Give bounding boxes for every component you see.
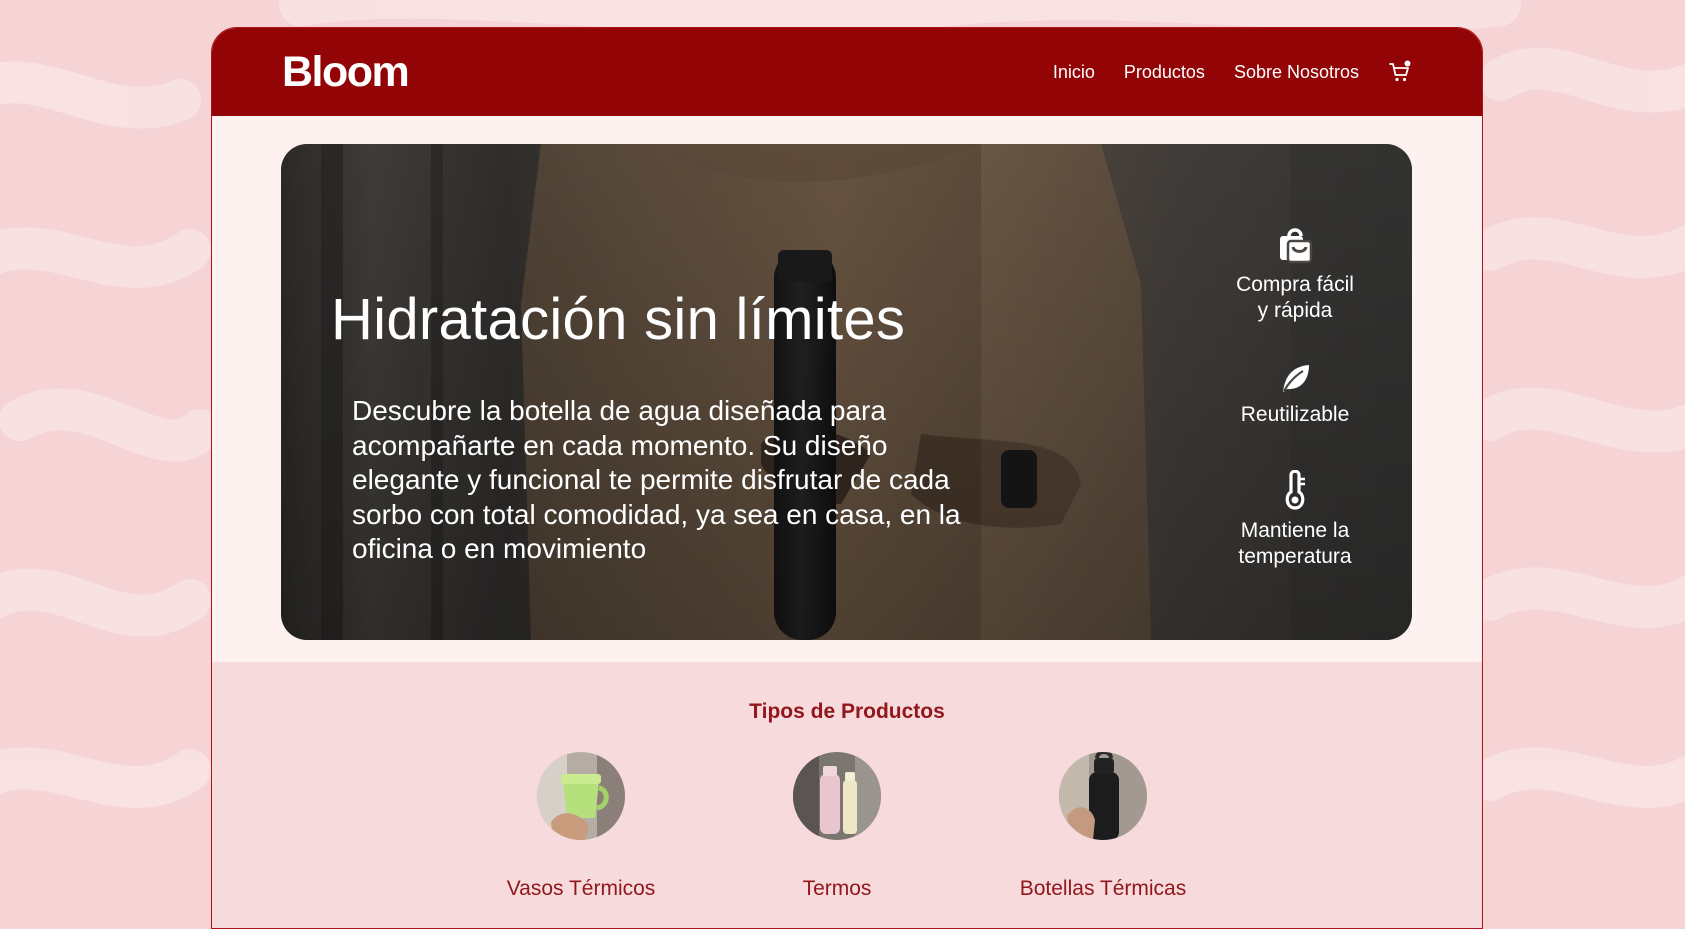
feature-label: Mantiene la temperatura	[1238, 519, 1352, 568]
hero-banner: Hidratación sin límites Descubre la bote…	[281, 144, 1412, 640]
shopping-bag-icon	[1280, 228, 1313, 264]
feature-easy-purchase: Compra fácil y rápida	[1200, 224, 1390, 324]
feature-reusable: Reutilizable	[1200, 362, 1390, 428]
product-label: Vasos Térmicos	[506, 877, 656, 900]
feature-label: Compra fácil y rápida	[1236, 273, 1354, 322]
thermometer-icon	[1285, 470, 1305, 510]
logo[interactable]: Bloom	[282, 48, 410, 97]
product-card-termos[interactable]: Termos	[717, 752, 957, 901]
nav-link-sobre-nosotros[interactable]: Sobre Nosotros	[1234, 62, 1359, 83]
feature-label: Reutilizable	[1240, 403, 1350, 426]
site-frame: Bloom Inicio Productos Sobre Nosotros Hi…	[211, 27, 1483, 929]
product-label: Botellas Térmicas	[1019, 877, 1187, 900]
product-types-section: Tipos de Productos Vasos Térmicos Termos…	[212, 662, 1482, 928]
hero-title: Hidratación sin límites	[331, 287, 906, 352]
feature-temperature: Mantiene la temperatura	[1200, 470, 1390, 570]
section-title: Tipos de Productos	[749, 700, 945, 723]
cart-icon[interactable]	[1388, 60, 1412, 84]
leaf-icon	[1283, 365, 1309, 392]
nav-link-productos[interactable]: Productos	[1124, 62, 1205, 83]
product-image	[793, 752, 881, 840]
product-label: Termos	[802, 877, 872, 900]
product-card-vasos[interactable]: Vasos Térmicos	[461, 752, 701, 901]
nav-links: Inicio Productos Sobre Nosotros	[1053, 28, 1412, 116]
hero-description: Descubre la botella de agua diseñada par…	[352, 395, 961, 564]
nav-link-inicio[interactable]: Inicio	[1053, 62, 1095, 83]
product-card-botellas[interactable]: Botellas Térmicas	[983, 752, 1223, 901]
product-image	[1059, 752, 1147, 840]
product-image	[537, 752, 625, 840]
navbar: Bloom Inicio Productos Sobre Nosotros	[212, 28, 1482, 116]
